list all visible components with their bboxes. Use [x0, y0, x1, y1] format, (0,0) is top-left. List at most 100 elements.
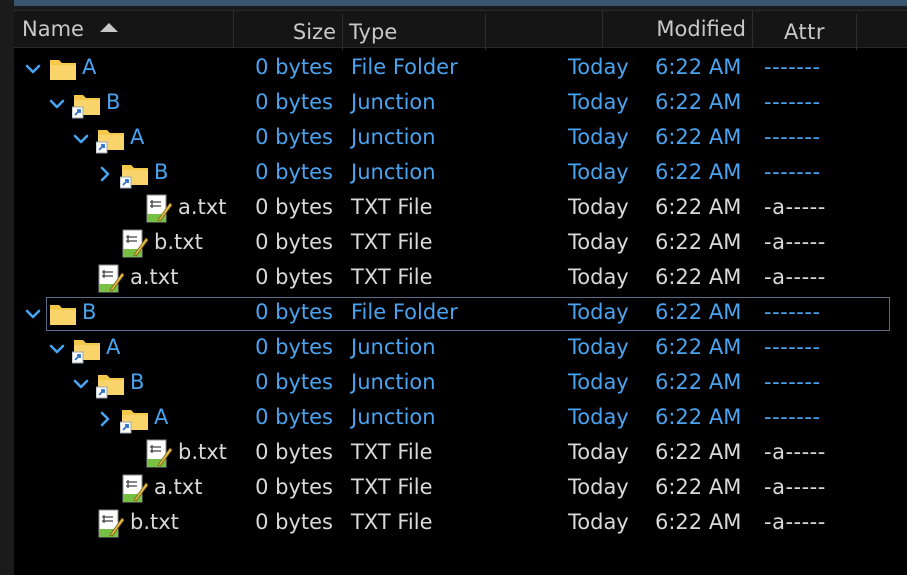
column-name-label: Name [22, 17, 84, 41]
tree-row-file[interactable]: a.txt 0 bytes TXT File Today 6:22 AM -a----- [14, 262, 907, 296]
tree-row-file[interactable]: b.txt 0 bytes TXT File Today 6:22 AM -a----- [14, 227, 907, 261]
column-header-attr[interactable]: Attr [753, 14, 857, 50]
file-attributes: -a----- [764, 475, 826, 499]
chevron-down-icon[interactable] [24, 59, 42, 79]
tree-row-file[interactable]: b.txt 0 bytes TXT File Today 6:22 AM -a----- [14, 507, 907, 541]
file-attributes: -a----- [764, 230, 826, 254]
tree-row-file[interactable]: a.txt 0 bytes TXT File Today 6:22 AM -a----- [14, 472, 907, 506]
tree-row-folder[interactable]: A 0 bytes Junction Today 6:22 AM ------- [14, 332, 907, 366]
modified-time: 6:22 AM [655, 475, 742, 499]
text-file-icon [120, 474, 150, 504]
file-attributes: ------- [764, 160, 821, 184]
top-strip [14, 0, 907, 10]
row-cells: A 0 bytes Junction Today 6:22 AM ------- [14, 332, 907, 366]
column-header-modified[interactable]: Modified [603, 11, 753, 47]
row-cells: b.txt 0 bytes TXT File Today 6:22 AM -a----- [14, 507, 907, 541]
file-attributes: -a----- [764, 440, 826, 464]
modified-day: Today [568, 475, 629, 499]
tree-row-file[interactable]: a.txt 0 bytes TXT File Today 6:22 AM -a----- [14, 192, 907, 226]
tree-row-folder[interactable]: B 0 bytes Junction Today 6:22 AM ------- [14, 157, 907, 191]
file-type: TXT File [351, 510, 433, 534]
modified-time: 6:22 AM [655, 265, 742, 289]
file-size: 0 bytes [255, 440, 333, 464]
column-header: Name Size Type Modified Attr [14, 10, 907, 50]
row-cells: a.txt 0 bytes TXT File Today 6:22 AM -a----- [14, 192, 907, 226]
junction-icon [119, 404, 150, 434]
column-header-spacer [486, 11, 603, 47]
tree-row-folder[interactable]: B 0 bytes File Folder Today 6:22 AM ------- [25, 297, 890, 331]
file-type: Junction [351, 370, 436, 394]
file-type: TXT File [351, 440, 433, 464]
file-size: 0 bytes [255, 370, 333, 394]
file-name: a.txt [154, 475, 203, 499]
tree-row-folder[interactable]: B 0 bytes Junction Today 6:22 AM ------- [14, 87, 907, 121]
tree-row-folder[interactable]: A 0 bytes Junction Today 6:22 AM ------- [14, 122, 907, 156]
file-attributes: -a----- [764, 510, 826, 534]
chevron-down-icon[interactable] [24, 304, 42, 324]
text-file-icon [144, 439, 174, 469]
file-name: A [130, 125, 145, 149]
column-attr-label: Attr [783, 20, 826, 44]
modified-time: 6:22 AM [655, 440, 742, 464]
modified-time: 6:22 AM [655, 405, 742, 429]
tree-row-folder[interactable]: A 0 bytes Junction Today 6:22 AM ------- [14, 402, 907, 436]
file-size: 0 bytes [255, 510, 333, 534]
file-attributes: ------- [764, 405, 821, 429]
tree-row-folder[interactable]: A 0 bytes File Folder Today 6:22 AM ------- [14, 52, 907, 86]
file-type: File Folder [351, 55, 458, 79]
file-type: TXT File [351, 475, 433, 499]
tree-row-file[interactable]: b.txt 0 bytes TXT File Today 6:22 AM -a----- [14, 437, 907, 471]
file-name: B [82, 300, 97, 324]
column-header-type[interactable]: Type [343, 14, 486, 50]
file-name: B [154, 160, 169, 184]
row-cells: b.txt 0 bytes TXT File Today 6:22 AM -a----- [14, 227, 907, 261]
file-type: File Folder [351, 300, 458, 324]
chevron-down-icon[interactable] [48, 94, 66, 114]
text-file-icon [96, 509, 126, 539]
modified-day: Today [568, 195, 629, 219]
modified-time: 6:22 AM [655, 160, 742, 184]
chevron-down-icon[interactable] [48, 339, 66, 359]
modified-day: Today [568, 510, 629, 534]
chevron-down-icon[interactable] [72, 129, 90, 149]
row-cells: B 0 bytes Junction Today 6:22 AM ------- [14, 157, 907, 191]
chevron-right-icon[interactable] [96, 164, 114, 184]
file-size: 0 bytes [255, 125, 333, 149]
file-size: 0 bytes [255, 90, 333, 114]
file-size: 0 bytes [255, 300, 333, 324]
modified-day: Today [568, 160, 629, 184]
file-size: 0 bytes [255, 405, 333, 429]
row-cells: A 0 bytes File Folder Today 6:22 AM ------- [14, 52, 907, 86]
text-file-icon [144, 194, 174, 224]
junction-icon [71, 89, 102, 119]
modified-day: Today [568, 300, 629, 324]
chevron-down-icon[interactable] [72, 374, 90, 394]
column-header-size[interactable]: Size [234, 14, 343, 50]
file-attributes: ------- [764, 335, 821, 359]
modified-day: Today [568, 125, 629, 149]
file-type: TXT File [351, 195, 433, 219]
modified-time: 6:22 AM [655, 510, 742, 534]
chevron-right-icon[interactable] [96, 409, 114, 429]
modified-day: Today [568, 405, 629, 429]
folder-icon [48, 54, 78, 84]
column-header-name[interactable]: Name [14, 11, 234, 47]
row-cells: A 0 bytes Junction Today 6:22 AM ------- [14, 122, 907, 156]
modified-time: 6:22 AM [655, 55, 742, 79]
modified-time: 6:22 AM [655, 230, 742, 254]
junction-icon [95, 369, 126, 399]
file-name: b.txt [154, 230, 203, 254]
text-file-icon [120, 229, 150, 259]
row-cells: b.txt 0 bytes TXT File Today 6:22 AM -a----- [14, 437, 907, 471]
file-attributes: ------- [764, 55, 821, 79]
file-name: b.txt [130, 510, 179, 534]
file-name: A [82, 55, 97, 79]
file-name: A [154, 405, 169, 429]
folder-icon [48, 299, 78, 329]
file-name: a.txt [130, 265, 179, 289]
file-attributes: -a----- [764, 195, 826, 219]
file-type: TXT File [351, 230, 433, 254]
file-name: b.txt [178, 440, 227, 464]
file-attributes: ------- [764, 90, 821, 114]
tree-row-folder[interactable]: B 0 bytes Junction Today 6:22 AM ------- [14, 367, 907, 401]
